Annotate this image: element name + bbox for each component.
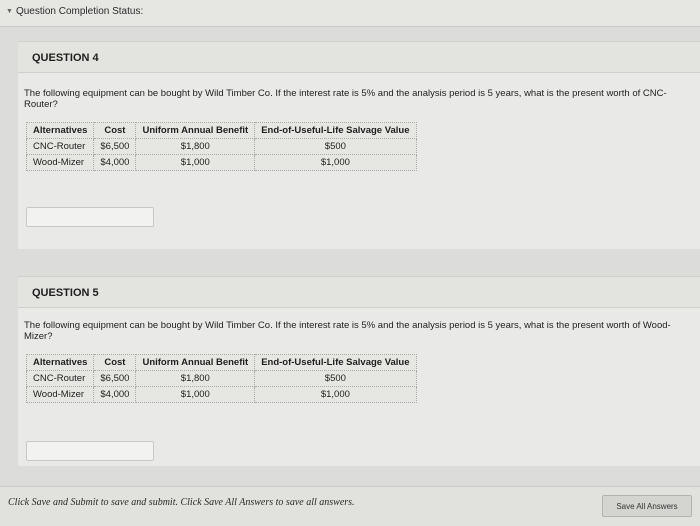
question-header: QUESTION 4 — [18, 41, 700, 73]
table-cell: $1,000 — [254, 386, 417, 403]
table-row: CNC-Router $6,500 $1,800 $500 — [25, 370, 417, 387]
table-cell: $1,000 — [135, 154, 256, 171]
question-text: The following equipment can be bought by… — [24, 320, 671, 342]
table-cell: $6,500 — [93, 138, 137, 155]
column-header: Uniform Annual Benefit — [135, 122, 256, 139]
table-header-row: Alternatives Cost Uniform Annual Benefit… — [25, 354, 417, 371]
table-row: CNC-Router $6,500 $1,800 $500 — [25, 138, 417, 155]
top-bar: ▼ Question Completion Status: — [0, 0, 700, 27]
column-header: Cost — [93, 122, 137, 139]
question-title: QUESTION 5 — [32, 287, 99, 299]
table-cell: CNC-Router — [25, 370, 95, 387]
completion-status-label: Question Completion Status: — [15, 6, 144, 17]
table-cell: $1,000 — [135, 386, 256, 403]
save-all-answers-button[interactable]: Save All Answers — [602, 495, 692, 517]
chevron-down-icon: ▼ — [6, 8, 13, 15]
question-title: QUESTION 4 — [32, 52, 99, 64]
column-header: Uniform Annual Benefit — [135, 354, 256, 371]
table-cell: $4,000 — [93, 154, 137, 171]
table-cell: CNC-Router — [25, 138, 95, 155]
question-5-block: QUESTION 5 The following equipment can b… — [18, 276, 700, 466]
table-cell: Wood-Mizer — [25, 386, 95, 403]
table-cell: Wood-Mizer — [25, 154, 95, 171]
table-cell: $500 — [254, 370, 417, 387]
column-header: End-of-Useful-Life Salvage Value — [254, 354, 417, 371]
column-header: Alternatives — [25, 122, 95, 139]
table-cell: $4,000 — [93, 386, 137, 403]
table-cell: $1,000 — [254, 154, 417, 171]
equipment-table: Alternatives Cost Uniform Annual Benefit… — [25, 122, 417, 171]
table-header-row: Alternatives Cost Uniform Annual Benefit… — [25, 122, 417, 139]
footer-instruction: Click Save and Submit to save and submit… — [8, 497, 355, 508]
table-row: Wood-Mizer $4,000 $1,000 $1,000 — [25, 386, 417, 403]
table-cell: $1,800 — [135, 138, 256, 155]
answer-input[interactable] — [26, 207, 154, 227]
question-header: QUESTION 5 — [18, 276, 700, 308]
table-cell: $500 — [254, 138, 417, 155]
table-row: Wood-Mizer $4,000 $1,000 $1,000 — [25, 154, 417, 171]
table-cell: $6,500 — [93, 370, 137, 387]
table-cell: $1,800 — [135, 370, 256, 387]
answer-input[interactable] — [26, 441, 154, 461]
question-text: The following equipment can be bought by… — [24, 88, 667, 110]
equipment-table: Alternatives Cost Uniform Annual Benefit… — [25, 354, 417, 403]
column-header: End-of-Useful-Life Salvage Value — [254, 122, 417, 139]
question-4-block: QUESTION 4 The following equipment can b… — [18, 41, 700, 249]
column-header: Cost — [93, 354, 137, 371]
completion-status-toggle[interactable]: ▼ Question Completion Status: — [6, 6, 143, 17]
column-header: Alternatives — [25, 354, 95, 371]
footer-bar: Click Save and Submit to save and submit… — [0, 486, 700, 526]
